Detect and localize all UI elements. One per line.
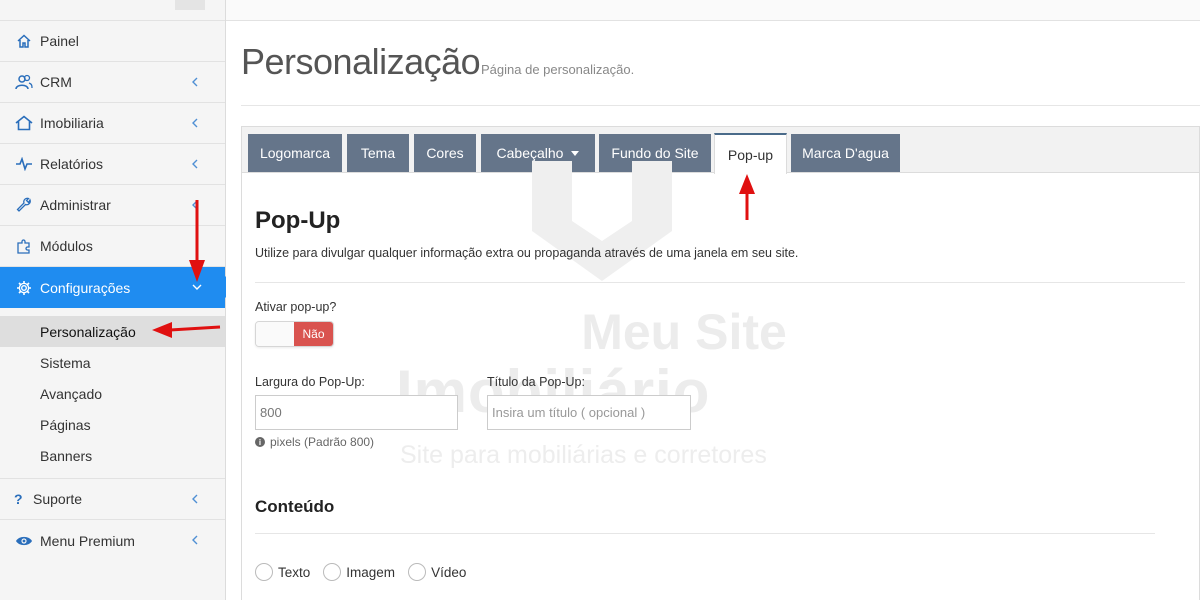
tab-fundo-do-site[interactable]: Fundo do Site xyxy=(599,134,711,172)
divider xyxy=(241,105,1200,106)
users-icon xyxy=(14,72,34,92)
tab-logomarca[interactable]: Logomarca xyxy=(248,134,342,172)
chevron-left-icon xyxy=(190,74,204,90)
sidebar-item-administrar[interactable]: Administrar xyxy=(0,185,225,226)
submenu-item-avancado[interactable]: Avançado xyxy=(0,378,225,409)
enable-popup-label: Ativar pop-up? xyxy=(255,300,337,314)
sidebar-item-label: Painel xyxy=(40,33,79,49)
watermark-line1: Meu Site xyxy=(581,304,787,360)
sidebar-item-configuracoes[interactable]: Configurações xyxy=(0,267,236,308)
watermark-line3: Site para mobiliárias e corretores xyxy=(400,441,767,469)
tab-content-popup: Meu Site Imobiliário Site para mobiliári… xyxy=(242,161,1199,600)
tab-cores[interactable]: Cores xyxy=(414,134,476,172)
radio-label: Vídeo xyxy=(431,564,467,580)
sidebar-item-painel[interactable]: Painel xyxy=(0,21,225,62)
sidebar: Painel CRM Imobiliaria Relatórios Admini… xyxy=(0,0,236,600)
sidebar-item-imobiliaria[interactable]: Imobiliaria xyxy=(0,103,225,144)
sidebar-item-label: Suporte xyxy=(33,491,83,507)
radio-video[interactable] xyxy=(408,563,427,581)
content-section-title: Conteúdo xyxy=(255,497,335,516)
wrench-icon xyxy=(14,195,34,215)
sidebar-item-label: Módulos xyxy=(40,238,93,254)
page-subtitle: Página de personalização. xyxy=(481,62,635,77)
sidebar-item-suporte[interactable]: ? Suporte xyxy=(0,479,225,520)
popup-title-label: Título da Pop-Up: xyxy=(487,375,585,389)
section-title: Pop-Up xyxy=(255,207,341,234)
radio-texto[interactable] xyxy=(255,563,273,581)
sidebar-item-crm[interactable]: CRM xyxy=(0,62,225,103)
chevron-left-icon xyxy=(190,115,204,131)
divider xyxy=(255,282,1185,283)
tab-cabecalho[interactable]: Cabeçalho xyxy=(481,134,595,172)
sidebar-toggle-button[interactable] xyxy=(175,0,205,10)
tab-label: Cabeçalho xyxy=(496,145,564,161)
sidebar-item-label: Relatórios xyxy=(40,156,104,172)
tab-tema[interactable]: Tema xyxy=(347,134,409,172)
chevron-left-icon xyxy=(190,197,204,213)
width-input[interactable]: 800 xyxy=(255,395,458,430)
sidebar-item-label: CRM xyxy=(40,74,72,90)
watermark: Meu Site Imobiliário Site para mobiliári… xyxy=(396,161,832,493)
gear-icon xyxy=(14,278,34,298)
sidebar-item-label: Administrar xyxy=(40,197,111,213)
chevron-left-icon xyxy=(190,532,204,548)
radio-label: Texto xyxy=(278,564,311,580)
radio-label: Imagem xyxy=(346,564,396,580)
sidebar-item-relatorios[interactable]: Relatórios xyxy=(0,144,225,185)
info-icon: i xyxy=(255,437,265,447)
pulse-icon xyxy=(14,154,34,174)
sidebar-item-label: Menu Premium xyxy=(40,532,135,549)
customization-panel: Logomarca Tema Cores Cabeçalho Fundo do … xyxy=(241,126,1200,600)
divider xyxy=(255,533,1155,534)
top-bar xyxy=(226,0,1200,21)
submenu-item-personalizacao[interactable]: Personalização xyxy=(0,316,225,347)
question-icon: ? xyxy=(14,491,23,507)
toggle-state: Não xyxy=(294,322,333,346)
home-icon xyxy=(14,31,34,51)
sidebar-item-label: Imobiliaria xyxy=(40,115,104,131)
width-label: Largura do Pop-Up: xyxy=(255,375,365,389)
page-title: Personalização xyxy=(241,41,481,82)
house-icon xyxy=(14,113,34,133)
puzzle-icon xyxy=(14,236,34,256)
caret-down-icon xyxy=(571,150,580,156)
tab-bar: Logomarca Tema Cores Cabeçalho Fundo do … xyxy=(242,127,1199,174)
enable-popup-toggle[interactable]: Não xyxy=(255,321,334,347)
width-help-text: pixels (Padrão 800) xyxy=(270,435,375,449)
sidebar-item-label: Configurações xyxy=(40,279,131,296)
sidebar-item-menu-premium[interactable]: Menu Premium xyxy=(0,520,225,561)
submenu-item-sistema[interactable]: Sistema xyxy=(0,347,225,378)
submenu-configuracoes: Personalização Sistema Avançado Páginas … xyxy=(0,308,225,479)
toggle-knob xyxy=(256,322,295,346)
popup-title-input[interactable]: Insira um título ( opcional ) xyxy=(487,395,691,430)
submenu-item-banners[interactable]: Banners xyxy=(0,440,225,471)
submenu-item-paginas[interactable]: Páginas xyxy=(0,409,225,440)
tab-marca-dagua[interactable]: Marca D'agua xyxy=(791,134,900,172)
sidebar-header xyxy=(0,0,225,21)
main-content: Personalização Página de personalização.… xyxy=(226,21,1200,600)
chevron-down-icon xyxy=(190,279,204,295)
sidebar-item-modulos[interactable]: Módulos xyxy=(0,226,225,267)
chevron-left-icon xyxy=(190,491,204,507)
section-description: Utilize para divulgar qualquer informaçã… xyxy=(255,246,799,260)
tab-pop-up[interactable]: Pop-up xyxy=(714,133,787,174)
radio-imagem[interactable] xyxy=(323,563,342,581)
eye-icon xyxy=(14,531,34,551)
width-help: i pixels (Padrão 800) xyxy=(255,435,374,449)
content-type-radios: Texto Imagem Vídeo xyxy=(255,563,479,581)
chevron-left-icon xyxy=(190,156,204,172)
watermark-logo xyxy=(532,161,672,281)
